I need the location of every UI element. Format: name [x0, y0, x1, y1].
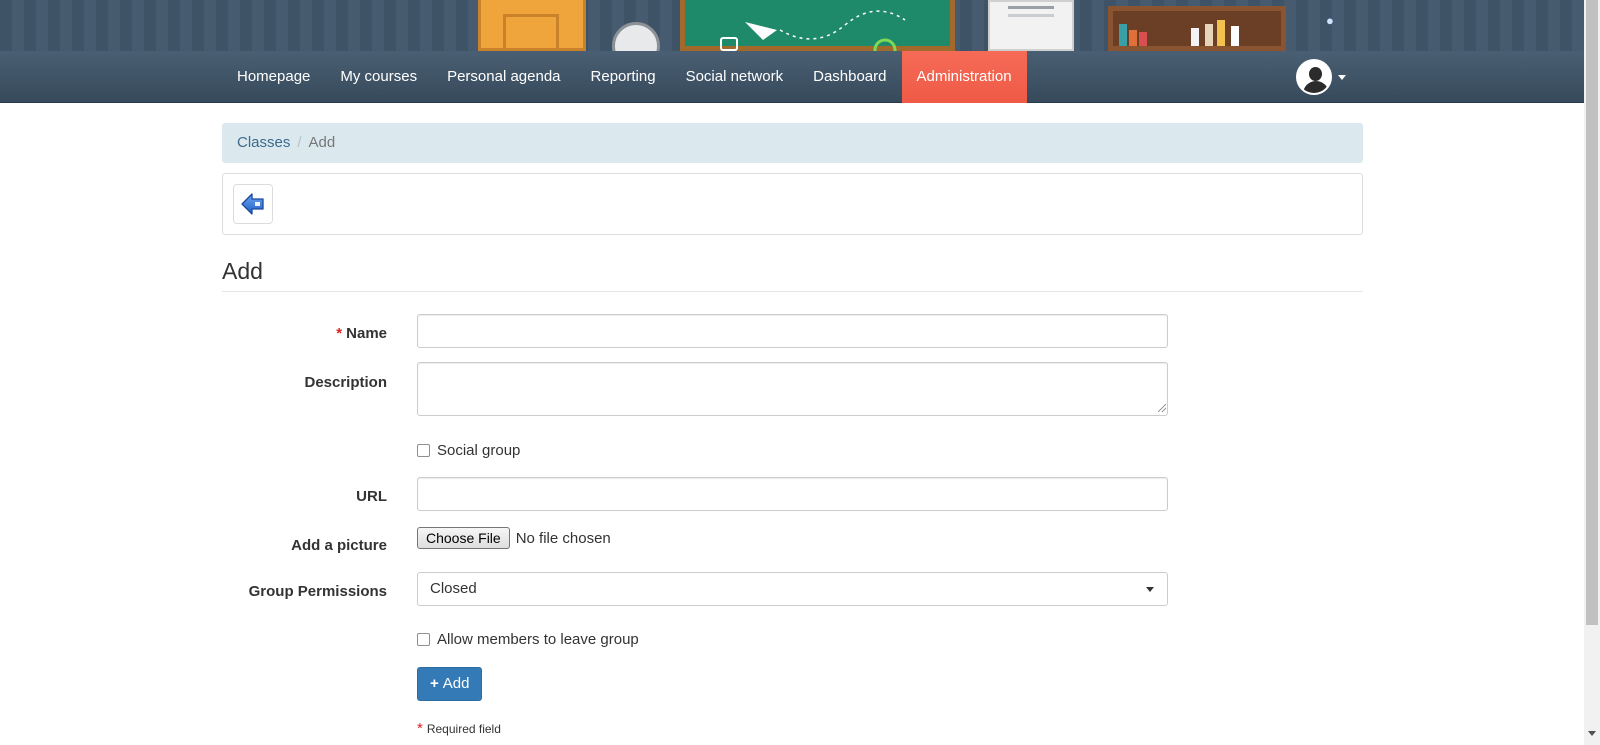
social-group-checkbox[interactable]	[417, 444, 430, 457]
page-scrollbar[interactable]	[1584, 0, 1600, 745]
nav-item-personal-agenda[interactable]: Personal agenda	[432, 51, 575, 103]
banner-clock-illustration	[612, 22, 660, 51]
allow-leave-label: Allow members to leave group	[437, 631, 639, 648]
banner-door-illustration	[478, 0, 586, 51]
description-label: Description	[304, 374, 387, 391]
title-divider	[222, 291, 1363, 292]
nav-item-reporting[interactable]: Reporting	[576, 51, 671, 103]
required-note: * Required field	[417, 720, 501, 737]
allow-leave-option[interactable]: Allow members to leave group	[417, 631, 639, 648]
breadcrumb-current: Add	[308, 134, 336, 151]
nav-item-my-courses[interactable]: My courses	[325, 51, 432, 103]
file-upload: Choose File No file chosen	[417, 527, 611, 549]
plus-icon: +	[430, 675, 439, 692]
choose-file-button[interactable]: Choose File	[417, 527, 510, 549]
user-menu-toggle[interactable]	[1296, 58, 1346, 96]
picture-label: Add a picture	[291, 537, 387, 554]
chevron-down-icon	[1146, 587, 1154, 592]
nav-item-administration[interactable]: Administration	[901, 51, 1027, 103]
chevron-down-icon	[1338, 74, 1346, 80]
required-marker: *	[417, 720, 423, 737]
name-field[interactable]	[417, 314, 1168, 348]
permissions-label: Group Permissions	[248, 583, 387, 600]
social-group-option[interactable]: Social group	[417, 442, 520, 459]
allow-leave-checkbox[interactable]	[417, 633, 430, 646]
url-field[interactable]	[417, 477, 1168, 511]
permissions-selected-value: Closed	[430, 580, 477, 597]
file-status: No file chosen	[515, 529, 611, 547]
user-icon[interactable]: ●	[1326, 14, 1340, 28]
scrollbar-thumb[interactable]	[1586, 0, 1598, 625]
breadcrumb-link-classes[interactable]: Classes	[237, 134, 290, 151]
nav-item-dashboard[interactable]: Dashboard	[798, 51, 901, 103]
banner-chalkboard-illustration	[680, 0, 955, 51]
banner-poster-illustration	[988, 0, 1074, 51]
permissions-select[interactable]: Closed	[417, 572, 1168, 606]
main-navbar: Homepage My courses Personal agenda Repo…	[0, 51, 1584, 103]
breadcrumb-separator: /	[297, 134, 302, 151]
avatar	[1296, 59, 1332, 95]
resize-handle-icon[interactable]	[1158, 404, 1166, 412]
scroll-down-icon[interactable]	[1588, 731, 1596, 736]
url-label: URL	[356, 488, 387, 505]
nav-menu: Homepage My courses Personal agenda Repo…	[222, 51, 1027, 103]
description-field[interactable]	[417, 362, 1168, 416]
header-banner: ●	[0, 0, 1584, 51]
nav-item-homepage[interactable]: Homepage	[222, 51, 325, 103]
add-button[interactable]: + Add	[417, 667, 483, 701]
page-title: Add	[222, 258, 263, 284]
name-label: * Name	[336, 325, 387, 342]
nav-item-social-network[interactable]: Social network	[671, 51, 799, 103]
arrow-left-icon	[241, 193, 264, 215]
required-marker: *	[336, 325, 343, 342]
banner-bookshelf-illustration	[1108, 6, 1286, 51]
action-toolbar	[222, 173, 1363, 235]
breadcrumb: Classes / Add	[222, 123, 1363, 163]
social-group-label: Social group	[437, 442, 521, 459]
add-button-label: Add	[442, 675, 470, 692]
back-button[interactable]	[233, 184, 273, 224]
